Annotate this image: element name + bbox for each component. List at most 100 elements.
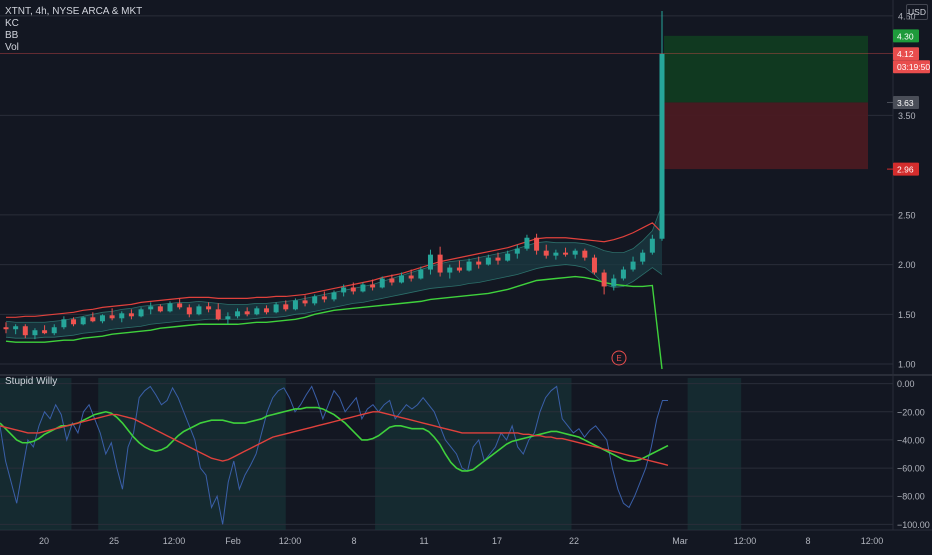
candle-body-26: [254, 308, 260, 315]
candle-body-27: [263, 308, 269, 313]
symbol-title: XTNT, 4h, NYSE ARCA & MKT: [5, 6, 143, 17]
time-tick-label-7: 17: [492, 536, 502, 546]
oscillator-shade-1: [98, 378, 286, 530]
candle-body-47: [456, 267, 462, 271]
candle-body-52: [505, 253, 511, 261]
indicator-label-bb[interactable]: BB: [5, 30, 18, 41]
osc-tick-label-1: −20.00: [897, 407, 925, 417]
candle-body-4: [42, 330, 48, 334]
time-tick-label-9: Mar: [672, 536, 688, 546]
candle-body-8: [80, 317, 86, 325]
candle-body-40: [389, 278, 395, 283]
candle-body-51: [495, 257, 501, 261]
oscillator-shade-3: [687, 378, 742, 530]
loss-zone: [664, 102, 868, 170]
candle-body-65: [630, 261, 636, 270]
currency-button[interactable]: USD: [906, 4, 928, 20]
price-tick-label-0: 1.00: [898, 360, 916, 370]
candle-body-33: [321, 296, 327, 300]
candle-body-43: [418, 269, 424, 279]
candle-body-12: [119, 313, 125, 319]
candle-body-32: [312, 296, 318, 304]
candle-body-6: [61, 319, 67, 328]
trading-chart[interactable]: 1.00 1.50 2.00 2.50 3.50 4.50 0.00 −20.00 −40.00…: [0, 0, 932, 550]
price-tag-label-last-price: 4.12: [897, 49, 914, 59]
price-tick-label-1: 1.50: [898, 310, 916, 320]
candle-body-23: [225, 316, 231, 320]
candle-body-45: [437, 254, 443, 273]
candle-body-10: [99, 315, 105, 322]
price-tag-label-take-profit: 4.30: [897, 31, 914, 41]
candle-body-9: [90, 317, 96, 322]
candle-body-14: [138, 309, 144, 317]
candle-body-61: [591, 257, 597, 273]
candle-body-48: [466, 261, 472, 271]
candle-body-55: [534, 237, 540, 251]
candle-body-13: [128, 313, 134, 317]
candle-body-49: [476, 261, 482, 265]
candle-body-30: [292, 300, 298, 310]
osc-tick-label-5: −100.00: [897, 520, 930, 530]
candle-body-1: [13, 326, 19, 330]
price-tick-label-3: 2.50: [898, 210, 916, 220]
sub-indicator-title: Stupid Willy: [5, 376, 58, 387]
candle-body-24: [235, 311, 241, 317]
candle-body-5: [51, 327, 57, 334]
time-tick-label-12: 12:00: [861, 536, 884, 546]
candle-body-46: [447, 267, 453, 273]
candle-body-34: [331, 292, 337, 300]
candle-body-3: [32, 330, 38, 336]
candle-body-53: [514, 248, 520, 254]
profit-zone: [664, 35, 868, 103]
candle-body-15: [148, 306, 154, 310]
time-tick-label-11: 8: [805, 536, 810, 546]
candle-body-68: [659, 53, 665, 239]
time-tick-label-0: 20: [39, 536, 49, 546]
candle-body-36: [350, 287, 356, 292]
candle-body-39: [379, 278, 385, 288]
candle-body-25: [244, 311, 250, 315]
candle-body-59: [572, 250, 578, 255]
candle-body-63: [611, 278, 617, 287]
candle-body-7: [71, 319, 77, 325]
price-tag-label-entry: 3.63: [897, 98, 914, 108]
candle-body-35: [341, 287, 347, 293]
candle-body-41: [399, 275, 405, 283]
candle-body-31: [302, 300, 308, 304]
candle-body-2: [22, 326, 28, 336]
indicator-label-vol[interactable]: Vol: [5, 42, 19, 53]
candle-body-22: [215, 309, 221, 320]
candle-body-57: [553, 252, 559, 256]
candle-body-29: [283, 304, 289, 310]
chart-canvas[interactable]: 1.001.502.002.503.504.500.00−20.00−40.00…: [0, 0, 932, 550]
time-tick-label-4: 12:00: [279, 536, 302, 546]
price-tag-label-countdown: 03:19:50: [897, 62, 930, 72]
price-tick-label-4: 3.50: [898, 111, 916, 121]
candle-body-60: [582, 250, 588, 258]
time-tick-label-3: Feb: [225, 536, 241, 546]
candle-body-66: [640, 252, 646, 262]
osc-tick-label-3: −60.00: [897, 464, 925, 474]
candle-body-21: [206, 306, 212, 310]
time-tick-label-8: 22: [569, 536, 579, 546]
candle-body-62: [601, 272, 607, 287]
panel-separator: [0, 374, 932, 376]
candle-body-18: [177, 303, 183, 308]
candle-body-42: [408, 275, 414, 279]
candle-body-38: [370, 284, 376, 288]
osc-tick-label-0: 0.00: [897, 379, 915, 389]
earnings-marker-label: E: [616, 354, 621, 363]
candle-body-56: [543, 250, 549, 256]
time-tick-label-1: 25: [109, 536, 119, 546]
candle-body-58: [563, 252, 569, 255]
time-tick-label-10: 12:00: [734, 536, 757, 546]
oscillator-shade-2: [375, 378, 572, 530]
candle-body-0: [3, 327, 9, 330]
price-tick-label-2: 2.00: [898, 260, 916, 270]
candle-body-37: [360, 284, 366, 292]
osc-tick-label-4: −80.00: [897, 492, 925, 502]
indicator-label-kc[interactable]: KC: [5, 18, 19, 29]
osc-tick-label-2: −40.00: [897, 435, 925, 445]
candle-body-50: [485, 257, 491, 265]
candle-body-28: [273, 304, 279, 313]
